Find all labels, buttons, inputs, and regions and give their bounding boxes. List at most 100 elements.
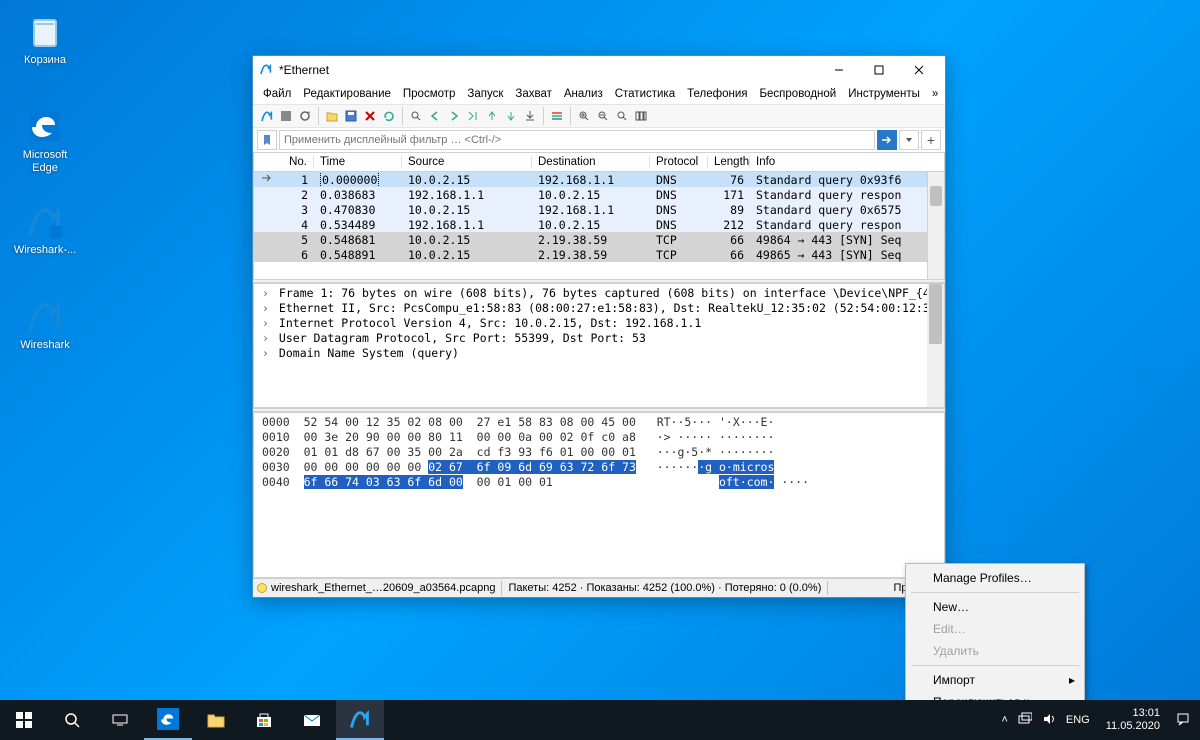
add-filter-button[interactable]: +	[921, 130, 941, 150]
hex-line[interactable]: 0010 00 3e 20 90 00 00 80 11 00 00 0a 00…	[254, 430, 944, 445]
col-source[interactable]: Source	[402, 156, 532, 168]
tray-clock[interactable]: 13:01 11.05.2020	[1100, 707, 1166, 733]
auto-scroll-icon[interactable]	[522, 108, 538, 124]
taskbar-mail[interactable]	[288, 700, 336, 740]
maximize-button[interactable]	[859, 59, 899, 81]
taskbar-edge[interactable]	[144, 700, 192, 740]
minimize-button[interactable]	[819, 59, 859, 81]
wireshark-shortcut-1[interactable]: Wireshark-...	[10, 200, 80, 257]
task-view-button[interactable]	[96, 700, 144, 740]
col-time[interactable]: Time	[314, 156, 402, 168]
recycle-bin[interactable]: Корзина	[10, 10, 80, 67]
packet-row[interactable]: 40.534489192.168.1.110.0.2.15DNS212Stand…	[254, 217, 944, 232]
hex-line[interactable]: 0040 6f 66 74 03 63 6f 6d 00 00 01 00 01…	[254, 475, 944, 490]
profile-context-menu: Manage Profiles… New… Edit… Удалить Импо…	[905, 563, 1085, 717]
search-button[interactable]	[48, 700, 96, 740]
edge-icon	[24, 105, 66, 147]
detail-line[interactable]: › Domain Name System (query)	[254, 346, 944, 361]
expert-info-icon[interactable]	[257, 583, 267, 593]
menu-analyze[interactable]: Анализ	[564, 88, 603, 100]
hex-line[interactable]: 0030 00 00 00 00 00 00 02 67 6f 09 6d 69…	[254, 460, 944, 475]
desktop-icon-label: Wireshark-...	[10, 244, 80, 257]
col-destination[interactable]: Destination	[532, 156, 650, 168]
hex-line[interactable]: 0020 01 01 d8 67 00 35 00 2a cd f3 93 f6…	[254, 445, 944, 460]
statusbar: wireshark_Ethernet_…20609_a03564.pcapng …	[253, 578, 945, 597]
detail-line[interactable]: › User Datagram Protocol, Src Port: 5539…	[254, 331, 944, 346]
packet-bytes: 0000 52 54 00 12 35 02 08 00 27 e1 58 83…	[253, 412, 945, 578]
find-packet-icon[interactable]	[408, 108, 424, 124]
menu-file[interactable]: Файл	[263, 88, 291, 100]
packet-row[interactable]: 30.47083010.0.2.15192.168.1.1DNS89Standa…	[254, 202, 944, 217]
menu-tools[interactable]: Инструменты	[848, 88, 920, 100]
save-file-icon[interactable]	[343, 108, 359, 124]
resize-columns-icon[interactable]	[633, 108, 649, 124]
detail-line[interactable]: › Internet Protocol Version 4, Src: 10.0…	[254, 316, 944, 331]
tray-notifications-icon[interactable]	[1176, 712, 1190, 729]
stop-capture-icon[interactable]	[278, 108, 294, 124]
packet-header-row: No. Time Source Destination Protocol Len…	[253, 152, 945, 172]
zoom-out-icon[interactable]	[595, 108, 611, 124]
menu-edit[interactable]: Редактирование	[303, 88, 391, 100]
titlebar[interactable]: *Ethernet	[253, 56, 945, 84]
tray-chevron-up-icon[interactable]: ˄	[1001, 714, 1007, 726]
close-file-icon[interactable]	[362, 108, 378, 124]
tray-language[interactable]: ENG	[1066, 714, 1090, 726]
packet-list: 10.00000010.0.2.15192.168.1.1DNS76Standa…	[253, 172, 945, 279]
start-button[interactable]	[0, 700, 48, 740]
menu-statistics[interactable]: Статистика	[615, 88, 675, 100]
display-filter-input[interactable]	[279, 130, 875, 150]
ctx-new-profile[interactable]: New…	[909, 596, 1081, 618]
desktop-icon-label: Корзина	[10, 54, 80, 67]
wireshark-window: *Ethernet Файл Редактирование Просмотр З…	[252, 55, 946, 598]
col-no[interactable]: No.	[276, 156, 314, 168]
bookmark-filter-icon[interactable]	[257, 130, 277, 150]
reload-icon[interactable]	[381, 108, 397, 124]
wireshark-icon	[24, 200, 66, 242]
tray-volume-icon[interactable]	[1042, 712, 1056, 729]
zoom-in-icon[interactable]	[576, 108, 592, 124]
col-info[interactable]: Info	[750, 156, 944, 168]
col-length[interactable]: Length	[708, 156, 750, 168]
wireshark-shortcut-2[interactable]: Wireshark	[10, 295, 80, 352]
system-tray: ˄ ENG 13:01 11.05.2020	[991, 700, 1200, 740]
taskbar-store[interactable]	[240, 700, 288, 740]
go-first-icon[interactable]	[484, 108, 500, 124]
open-file-icon[interactable]	[324, 108, 340, 124]
hex-line[interactable]: 0000 52 54 00 12 35 02 08 00 27 e1 58 83…	[254, 415, 944, 430]
filter-dropdown-icon[interactable]	[899, 130, 919, 150]
detail-line[interactable]: › Ethernet II, Src: PcsCompu_e1:58:83 (0…	[254, 301, 944, 316]
go-last-icon[interactable]	[503, 108, 519, 124]
taskbar-wireshark[interactable]	[336, 700, 384, 740]
packet-row[interactable]: 20.038683192.168.1.110.0.2.15DNS171Stand…	[254, 187, 944, 202]
packet-scrollbar[interactable]	[927, 172, 944, 279]
packet-row[interactable]: 50.54868110.0.2.152.19.38.59TCP6649864 →…	[254, 232, 944, 247]
close-button[interactable]	[899, 59, 939, 81]
ctx-manage-profiles[interactable]: Manage Profiles…	[909, 567, 1081, 589]
colorize-icon[interactable]	[549, 108, 565, 124]
edge-shortcut[interactable]: Microsoft Edge	[10, 105, 80, 175]
go-forward-icon[interactable]	[446, 108, 462, 124]
menu-view[interactable]: Просмотр	[403, 88, 456, 100]
menu-telephony[interactable]: Телефония	[687, 88, 747, 100]
start-capture-icon[interactable]	[259, 108, 275, 124]
packet-row[interactable]: 60.54889110.0.2.152.19.38.59TCP6649865 →…	[254, 247, 944, 262]
col-protocol[interactable]: Protocol	[650, 156, 708, 168]
menu-more[interactable]: »	[932, 88, 938, 100]
apply-filter-button[interactable]	[877, 130, 897, 150]
go-to-packet-icon[interactable]	[465, 108, 481, 124]
ctx-import-profile[interactable]: Импорт	[909, 669, 1081, 691]
taskbar: ˄ ENG 13:01 11.05.2020	[0, 700, 1200, 740]
tray-date: 11.05.2020	[1106, 720, 1160, 733]
window-title: *Ethernet	[279, 63, 819, 77]
restart-capture-icon[interactable]	[297, 108, 313, 124]
packet-row[interactable]: 10.00000010.0.2.15192.168.1.1DNS76Standa…	[254, 172, 944, 187]
detail-line[interactable]: › Frame 1: 76 bytes on wire (608 bits), …	[254, 286, 944, 301]
menu-go[interactable]: Запуск	[467, 88, 503, 100]
taskbar-explorer[interactable]	[192, 700, 240, 740]
menu-wireless[interactable]: Беспроводной	[759, 88, 836, 100]
menu-capture[interactable]: Захват	[515, 88, 551, 100]
zoom-reset-icon[interactable]	[614, 108, 630, 124]
details-scrollbar[interactable]	[927, 284, 944, 407]
tray-network-icon[interactable]	[1018, 712, 1032, 729]
go-back-icon[interactable]	[427, 108, 443, 124]
